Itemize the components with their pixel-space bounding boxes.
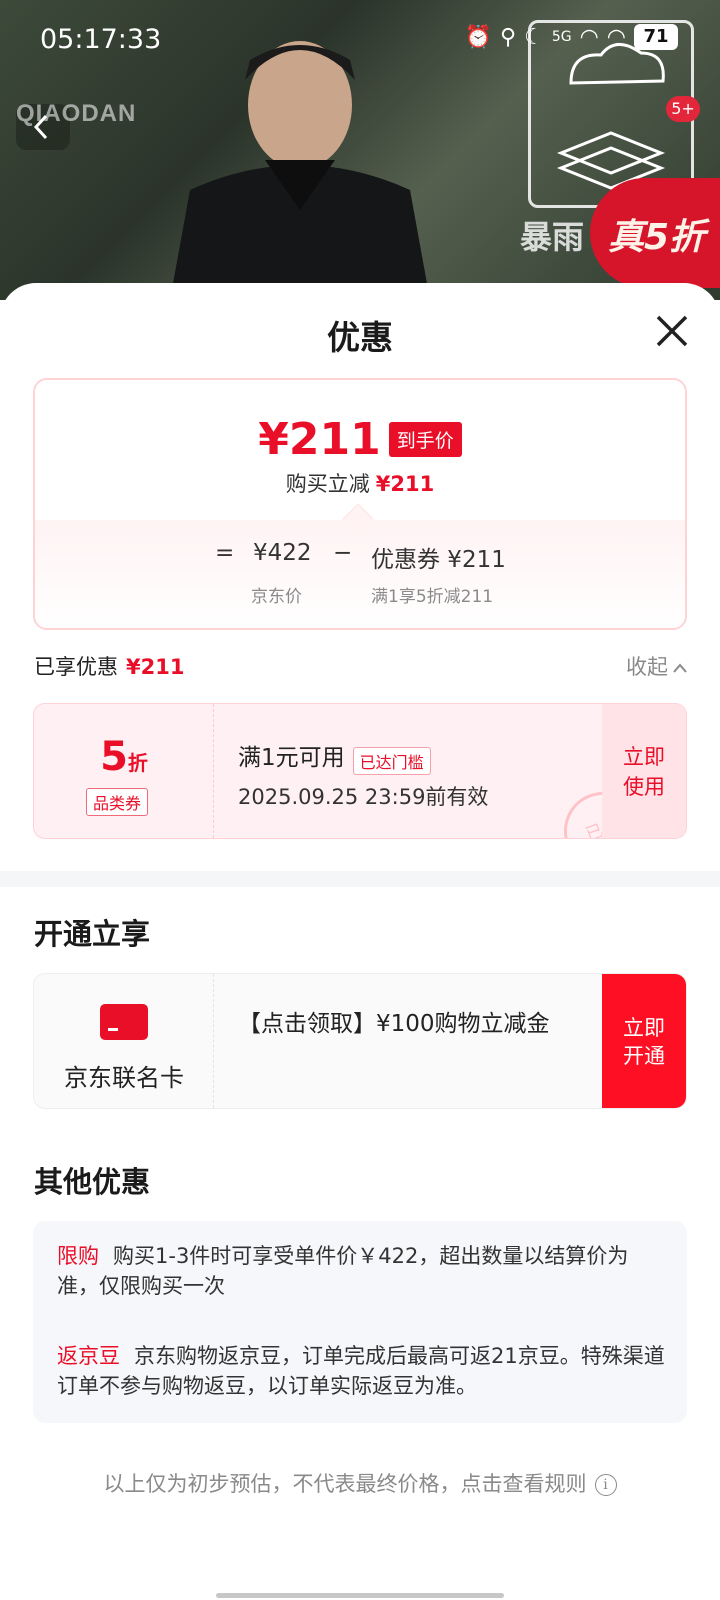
info-icon: i	[594, 1474, 617, 1496]
coupon-discount: 5折	[34, 734, 214, 780]
chevron-up-icon	[673, 663, 687, 673]
collapse-button[interactable]: 收起	[626, 651, 688, 681]
saving-amount: ¥211	[375, 472, 435, 496]
saving-line: 购买立减 ¥211	[35, 468, 685, 498]
base-price: ¥422	[253, 540, 312, 566]
section-divider	[0, 871, 720, 887]
card-name: 京东联名卡	[64, 1064, 184, 1092]
coupon-deduction: 优惠券 ¥211	[371, 547, 506, 573]
coupon-deduction-label: 满1享5折减211	[371, 587, 494, 607]
close-icon	[656, 315, 688, 347]
clock: 05:17:33	[40, 24, 162, 55]
battery-icon: 71	[634, 24, 678, 50]
saving-label: 购买立减	[285, 472, 370, 496]
coupon-details: 满1元可用 已达门槛 2025.09.25 23:59前有效	[238, 738, 488, 811]
discount-unit: 折	[127, 751, 148, 775]
offer-text: 购买1-3件时可享受单件价￥422，超出数量以结算价为准，仅限购买一次	[57, 1244, 629, 1298]
enjoyed-discount: 已享优惠 ¥211	[34, 651, 184, 681]
open-line-2: 开通	[623, 1044, 665, 1068]
offer-label: 返京豆	[57, 1344, 120, 1368]
open-section-title: 开通立享	[34, 917, 151, 951]
image-count-badge: 5+	[666, 96, 700, 122]
open-card-button[interactable]: 立即 开通	[602, 974, 686, 1108]
minus-sign: −	[333, 540, 353, 566]
other-section-title: 其他优惠	[34, 1165, 151, 1199]
use-line-1: 立即	[623, 745, 665, 769]
coupon-condition: 满1元可用	[238, 745, 345, 771]
credit-card-icon	[100, 1004, 148, 1040]
disclaimer-text: 以上仅为初步预估，不代表最终价格，点击查看规则	[103, 1472, 587, 1496]
final-price: ¥211	[258, 414, 381, 465]
final-price-row: ¥211 到手价	[35, 414, 685, 465]
price-bottom	[35, 520, 685, 628]
offer-label: 限购	[57, 1244, 99, 1268]
base-price-label: 京东价	[251, 587, 302, 607]
equals-sign: =	[215, 540, 235, 566]
coupon-validity: 2025.09.25 23:59前有效	[238, 784, 489, 809]
collapse-label: 收起	[626, 655, 668, 679]
deal-text: 真5折	[608, 217, 706, 258]
offer-item-beans: 返京豆 京东购物返京豆，订单完成后最高可返21京豆。特殊渠道订单不参与购物返豆，以…	[57, 1341, 667, 1401]
card-description: 【点击领取】¥100购物立减金	[238, 1011, 550, 1037]
alarm-icon: ⏰	[464, 24, 492, 50]
coupon-value: 5折 品类券	[34, 704, 214, 838]
discount-number: 5	[100, 734, 128, 780]
open-line-1: 立即	[623, 1016, 665, 1040]
banner-storm-text: 暴雨	[520, 219, 585, 255]
threshold-reached-badge: 已达门槛	[352, 746, 431, 775]
enjoyed-amount: ¥211	[126, 655, 185, 679]
coupon-card[interactable]: 5折 品类券 满1元可用已达门槛 2025.09.25 23:59前有效 已领 …	[33, 703, 687, 839]
moon-icon: ☾	[524, 24, 544, 50]
brand-logo: QIAODAN	[16, 100, 137, 127]
co-brand-card-promo[interactable]: 京东联名卡 【点击领取】¥100购物立减金 立即 开通	[33, 973, 687, 1109]
home-indicator[interactable]	[216, 1593, 504, 1598]
status-icons: ⏰ ⚲ ☾ 5G ◠ ◠ 71	[465, 24, 678, 50]
offer-item-limit: 限购 购买1-3件时可享受单件价￥422，超出数量以结算价为准，仅限购买一次	[57, 1241, 667, 1301]
coupon-category-badge: 品类券	[86, 788, 149, 816]
deal-badge: 真5折	[590, 178, 720, 288]
discount-sheet: 优惠 ¥211 到手价 购买立减 ¥211 = ¥422 − 优惠券 ¥211 京东…	[0, 283, 720, 1600]
location-icon: ⚲	[499, 24, 517, 50]
signal-icon: 5G	[551, 29, 572, 45]
offer-text: 京东购物返京豆，订单完成后最高可返21京豆。特殊渠道订单不参与购物返豆，以订单实…	[57, 1344, 665, 1398]
final-price-tag: 到手价	[388, 422, 462, 457]
status-bar: 05:17:33 ⏰ ⚲ ☾ 5G ◠ ◠ 71	[0, 0, 720, 80]
enjoyed-label: 已享优惠	[34, 655, 118, 679]
wifi-icon: ◠	[579, 24, 599, 50]
use-line-2: 使用	[623, 775, 665, 799]
card-info: 京东联名卡	[34, 974, 214, 1108]
use-coupon-button[interactable]: 立即 使用	[602, 704, 686, 838]
price-breakdown-card: ¥211 到手价 购买立减 ¥211 = ¥422 − 优惠券 ¥211 京东价 满…	[33, 378, 687, 630]
rules-link[interactable]: 以上仅为初步预估，不代表最终价格，点击查看规则 i	[0, 1468, 720, 1498]
close-button[interactable]	[652, 311, 692, 351]
wifi-icon-2: ◠	[606, 24, 626, 50]
other-offers-box: 限购 购买1-3件时可享受单件价￥422，超出数量以结算价为准，仅限购买一次 返京…	[33, 1221, 687, 1423]
sheet-title: 优惠	[327, 318, 393, 357]
